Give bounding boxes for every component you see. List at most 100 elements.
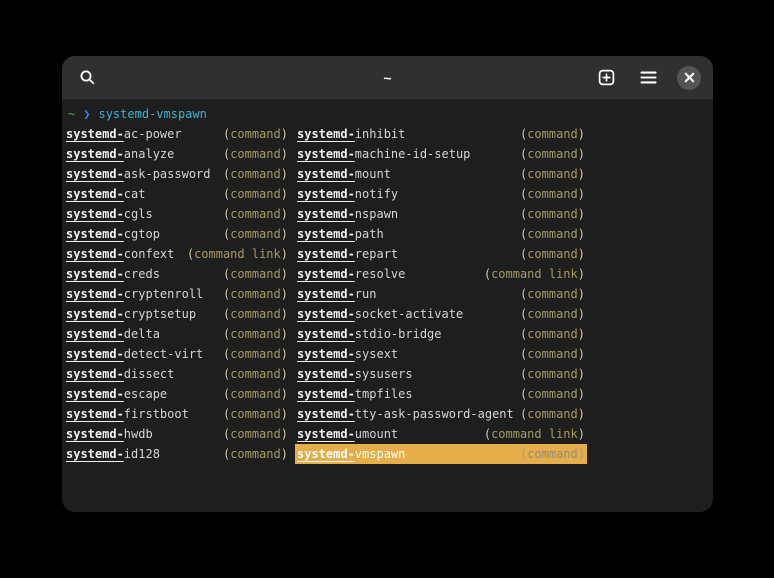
completion-description: (command) [223,324,288,344]
completion-name-suffix: hwdb [124,427,153,441]
close-paren: ) [281,187,288,201]
completion-name-suffix: firstboot [124,407,189,421]
completion-name-suffix: ask-password [124,167,211,181]
completion-name: systemd-id128 [66,444,160,464]
new-tab-button[interactable] [593,65,619,91]
description-text: command [527,287,578,301]
completion-row: systemd-ac-power(command)systemd-inhibit… [64,124,711,144]
close-paren: ) [281,147,288,161]
completion-name-prefix: systemd- [66,407,124,421]
completion-row: systemd-cryptsetup(command)systemd-socke… [64,304,711,324]
completion-description: (command) [520,444,585,464]
description-text: command link [194,247,281,261]
titlebar[interactable]: ~ [62,56,713,100]
completion-name-prefix: systemd- [66,247,124,261]
completion-name-prefix: systemd- [297,167,355,181]
completion-name: systemd-umount [297,424,398,444]
completion-item-systemd-resolve: systemd-resolve(command link) [295,264,587,284]
completion-item-systemd-creds: systemd-creds(command) [64,264,290,284]
completion-name: systemd-sysusers [297,364,413,384]
completion-item-systemd-notify: systemd-notify(command) [295,184,587,204]
completion-grid: systemd-ac-power(command)systemd-inhibit… [64,124,711,464]
completion-description: (command) [223,444,288,464]
close-paren: ) [281,167,288,181]
close-paren: ) [578,307,585,321]
completion-description: (command) [223,204,288,224]
completion-name-prefix: systemd- [297,267,355,281]
completion-item-systemd-firstboot: systemd-firstboot (command) [64,404,290,424]
completion-description: (command) [223,184,288,204]
completion-name-prefix: systemd- [297,387,355,401]
completion-name: systemd-run [297,284,376,304]
description-text: command [230,347,281,361]
completion-row: systemd-id128(command)systemd-vmspawn(co… [64,444,711,464]
new-tab-icon [598,69,615,86]
prompt-cwd: ~ [68,104,75,124]
description-text: command [527,127,578,141]
completion-item-systemd-inhibit: systemd-inhibit(command) [295,124,587,144]
window-controls [593,65,701,91]
description-text: command [527,247,578,261]
close-button[interactable] [677,66,701,90]
completion-row: systemd-dissect(command)systemd-sysusers… [64,364,711,384]
completion-row: systemd-analyze(command)systemd-machine-… [64,144,711,164]
completion-name: systemd-sysext [297,344,398,364]
completion-name: systemd-stdio-bridge [297,324,442,344]
completion-name-prefix: systemd- [297,427,355,441]
completion-name-suffix: cgtop [124,227,160,241]
completion-name-suffix: mount [355,167,391,181]
description-text: command [230,207,281,221]
close-paren: ) [281,327,288,341]
close-paren: ) [578,327,585,341]
completion-item-systemd-analyze: systemd-analyze(command) [64,144,290,164]
completion-name: systemd-hwdb [66,424,153,444]
hamburger-icon [640,70,657,85]
completion-description: (command) [520,204,585,224]
search-button[interactable] [74,65,100,91]
completion-name-prefix: systemd- [66,287,124,301]
completion-name: systemd-cryptenroll [66,284,203,304]
completion-description: (command) [223,404,288,424]
completion-name: systemd-escape [66,384,167,404]
completion-description: (command) [223,144,288,164]
completion-row: systemd-confext(command link)systemd-rep… [64,244,711,264]
description-text: command [230,447,281,461]
description-text: command [230,187,281,201]
completion-description: (command) [223,124,288,144]
completion-row: systemd-creds(command)systemd-resolve(co… [64,264,711,284]
completion-description: (command link) [484,264,585,284]
completion-description: (command) [520,224,585,244]
menu-button[interactable] [635,65,661,91]
completion-description: (command) [223,224,288,244]
terminal-content[interactable]: ~ ❯ systemd-vmspawn systemd-ac-power(com… [62,100,713,468]
completion-row: systemd-delta(command)systemd-stdio-brid… [64,324,711,344]
search-icon [79,69,96,86]
completion-description: (command) [223,164,288,184]
completion-description: (command) [520,144,585,164]
completion-item-systemd-hwdb: systemd-hwdb(command) [64,424,290,444]
close-paren: ) [281,287,288,301]
close-paren: ) [281,307,288,321]
description-text: command [527,367,578,381]
description-text: command [527,187,578,201]
completion-name-suffix: notify [355,187,398,201]
description-text: command [527,387,578,401]
completion-name-suffix: umount [355,427,398,441]
completion-name-prefix: systemd- [66,167,124,181]
completion-name-prefix: systemd- [297,327,355,341]
completion-item-systemd-cgls: systemd-cgls(command) [64,204,290,224]
completion-name: systemd-repart [297,244,398,264]
completion-name-prefix: systemd- [66,367,124,381]
completion-name-prefix: systemd- [297,227,355,241]
description-text: command [230,307,281,321]
completion-row: systemd-firstboot(command)systemd-tty-as… [64,404,711,424]
completion-name-prefix: systemd- [297,147,355,161]
completion-description: (command) [223,264,288,284]
completion-item-systemd-sysusers: systemd-sysusers(command) [295,364,587,384]
completion-name: systemd-firstboot [66,404,189,424]
completion-name-prefix: systemd- [66,427,124,441]
completion-name: systemd-detect-virt [66,344,203,364]
completion-name-prefix: systemd- [66,327,124,341]
prompt-command: systemd-vmspawn [98,104,206,124]
completion-item-systemd-stdio-bridge: systemd-stdio-bridge(command) [295,324,587,344]
